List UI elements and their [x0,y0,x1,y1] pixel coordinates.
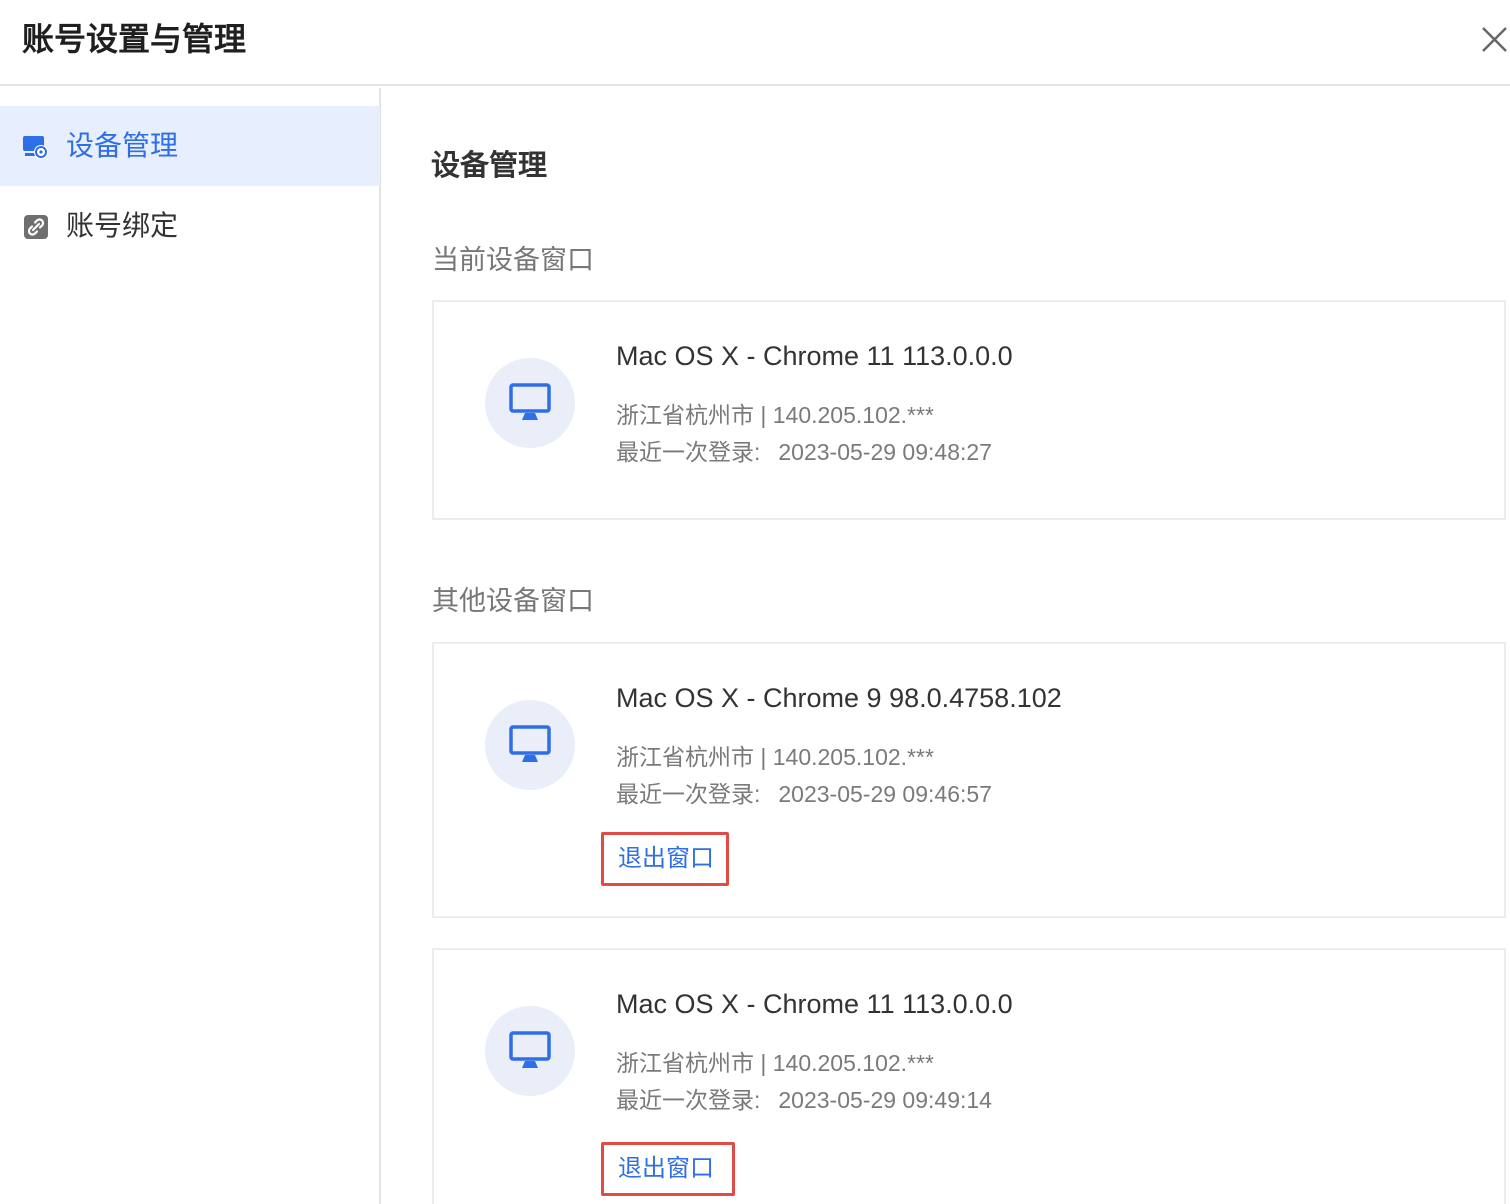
monitor-icon [485,700,575,790]
main-panel: 设备管理 当前设备窗口 Mac OS X - Chrome 11 113.0.0… [382,88,1510,1204]
sidebar-item-label: 账号绑定 [66,210,179,241]
dialog-header: 账号设置与管理 [0,0,1510,86]
device-location: 浙江省杭州市 | 140.205.102.*** [616,402,934,428]
device-name: Mac OS X - Chrome 9 98.0.4758.102 [616,683,1062,713]
device-last-login: 最近一次登录: 2023-05-29 09:46:57 [616,778,992,810]
logout-window-button[interactable]: 退出窗口 [601,1142,735,1196]
last-login-time: 2023-05-29 09:49:14 [778,1087,992,1113]
last-login-time: 2023-05-29 09:48:27 [778,439,992,465]
sidebar-item-account-binding[interactable]: 账号绑定 [0,186,380,266]
device-location: 浙江省杭州市 | 140.205.102.*** [616,744,934,770]
link-icon [22,213,50,241]
page-title: 设备管理 [431,150,548,182]
sidebar-item-label: 设备管理 [66,130,179,161]
logout-window-button[interactable]: 退出窗口 [601,832,729,886]
device-location: 浙江省杭州市 | 140.205.102.*** [616,1050,934,1076]
dialog-title: 账号设置与管理 [22,21,247,57]
other-devices-section-label: 其他设备窗口 [432,586,594,616]
other-device-card: Mac OS X - Chrome 9 98.0.4758.102 浙江省杭州市… [432,642,1506,918]
monitor-icon [485,358,575,448]
current-device-card: Mac OS X - Chrome 11 113.0.0.0 浙江省杭州市 | … [432,300,1506,520]
other-device-card: Mac OS X - Chrome 11 113.0.0.0 浙江省杭州市 | … [432,948,1506,1204]
last-login-label: 最近一次登录: [616,1087,761,1113]
sidebar: 设备管理 账号绑定 [0,88,381,1204]
device-name: Mac OS X - Chrome 11 113.0.0.0 [616,341,1013,371]
current-device-section-label: 当前设备窗口 [432,245,594,275]
device-last-login: 最近一次登录: 2023-05-29 09:48:27 [616,436,992,468]
device-name: Mac OS X - Chrome 11 113.0.0.0 [616,989,1013,1019]
last-login-label: 最近一次登录: [616,781,761,807]
last-login-time: 2023-05-29 09:46:57 [778,781,992,807]
monitor-icon [485,1006,575,1096]
account-settings-dialog: 账号设置与管理 设备管理 账号绑定 设备管理 当前设备窗口 Mac OS X -… [0,0,1510,1204]
close-icon[interactable] [1476,20,1510,58]
device-last-login: 最近一次登录: 2023-05-29 09:49:14 [616,1084,992,1116]
sidebar-item-device-management[interactable]: 设备管理 [0,106,380,186]
last-login-label: 最近一次登录: [616,439,761,465]
device-settings-icon [22,133,50,161]
